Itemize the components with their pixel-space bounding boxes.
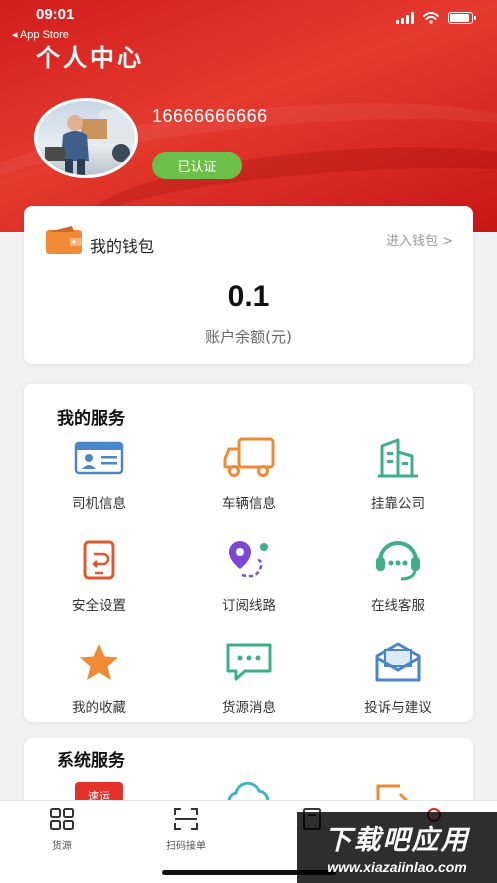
service-affiliated-company[interactable]: 挂靠公司 <box>323 436 473 512</box>
signal-icon <box>396 12 414 24</box>
star-icon <box>80 644 118 680</box>
wallet-title: 我的钱包 <box>90 237 155 256</box>
driver-id-icon <box>74 441 124 475</box>
service-label: 安全设置 <box>72 598 126 614</box>
services-title: 我的服务 <box>57 409 125 429</box>
service-label: 货源消息 <box>222 700 276 716</box>
balance-value: 0.1 <box>227 280 270 313</box>
status-icons <box>396 12 476 24</box>
wallet-card[interactable]: 我的钱包 进入钱包 > 0.1 账户余额(元) <box>24 206 473 364</box>
service-online-support[interactable]: 在线客服 <box>323 538 473 614</box>
verified-badge: 已认证 <box>152 152 242 179</box>
tab-label: 扫码接单 <box>166 841 206 852</box>
service-cargo-messages[interactable]: 货源消息 <box>174 640 324 716</box>
avatar[interactable] <box>34 98 138 178</box>
service-label: 车辆信息 <box>222 496 276 512</box>
enter-wallet-link[interactable]: 进入钱包 > <box>386 230 453 249</box>
status-time: 09:01 <box>36 6 75 23</box>
scan-icon <box>174 808 198 830</box>
service-label: 挂靠公司 <box>371 496 425 512</box>
service-label: 我的收藏 <box>72 700 126 716</box>
site-watermark: 下载吧应用 www.xiazaiinlao.com <box>297 812 497 883</box>
service-label: 投诉与建议 <box>364 700 432 716</box>
mail-icon <box>375 642 421 682</box>
service-label: 司机信息 <box>72 496 126 512</box>
tab-scan-order[interactable]: 扫码接单 <box>146 807 226 852</box>
page-title: 个人中心 <box>36 44 144 72</box>
truck-icon <box>223 437 275 477</box>
service-security-settings[interactable]: 安全设置 <box>24 538 174 614</box>
status-bar: 09:01 ◂ App Store <box>0 0 497 41</box>
balance-label: 账户余额(元) <box>205 328 292 346</box>
service-my-favorites[interactable]: 我的收藏 <box>24 640 174 716</box>
service-label: 在线客服 <box>371 598 425 614</box>
service-vehicle-info[interactable]: 车辆信息 <box>174 436 324 512</box>
system-services-title: 系统服务 <box>57 751 125 771</box>
watermark-url: www.xiazaiinlao.com <box>327 859 467 875</box>
service-complaints-suggestions[interactable]: 投诉与建议 <box>323 640 473 716</box>
message-icon <box>226 643 272 681</box>
watermark-title: 下载吧应用 <box>324 825 470 856</box>
route-pin-icon <box>229 541 268 578</box>
battery-icon <box>448 12 476 24</box>
user-phone: 16666666666 <box>152 106 268 126</box>
wifi-icon <box>423 12 439 24</box>
headset-icon <box>376 541 420 581</box>
phone-security-icon <box>83 540 115 580</box>
tab-cargo[interactable]: 货源 <box>22 807 102 852</box>
grid-icon <box>50 808 74 830</box>
wallet-icon <box>46 226 82 254</box>
tab-label: 货源 <box>52 841 72 852</box>
my-services-card: 我的服务 司机信息 车辆信息 挂靠公司 安全设置 订阅线路 在线客服 我的收藏 … <box>24 384 473 722</box>
service-driver-info[interactable]: 司机信息 <box>24 436 174 512</box>
service-subscribe-routes[interactable]: 订阅线路 <box>174 538 324 614</box>
building-icon <box>378 438 418 478</box>
service-label: 订阅线路 <box>222 598 276 614</box>
